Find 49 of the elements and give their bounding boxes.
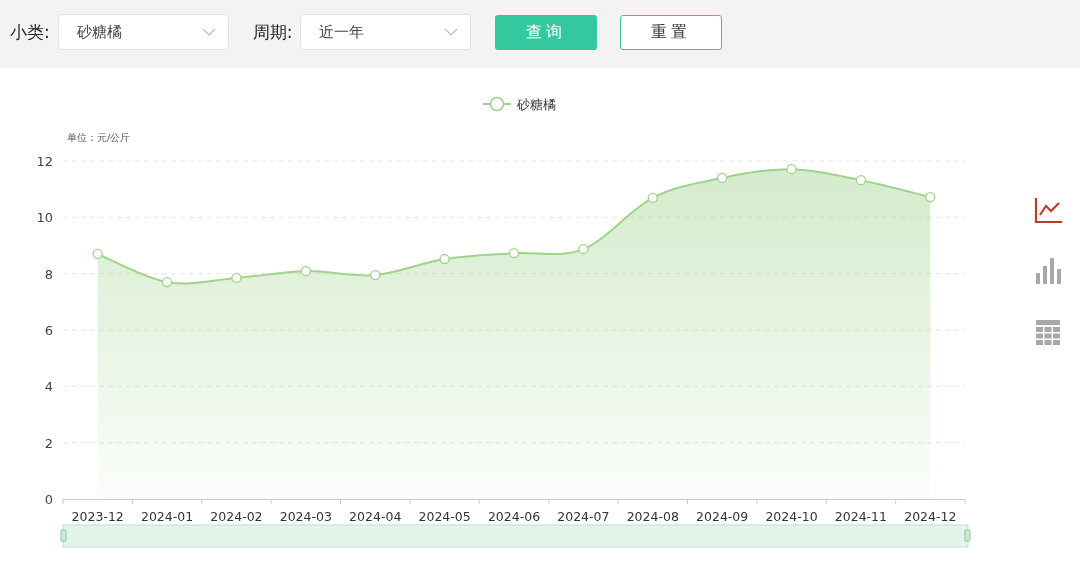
select-field[interactable]: 砂糖橘	[57, 14, 229, 50]
y-tick-label: 2	[44, 435, 53, 451]
table-icon[interactable]	[1033, 317, 1063, 347]
caret-icon	[444, 28, 459, 36]
x-tick-label: 2024-03	[279, 509, 332, 524]
y-tick-label: 4	[44, 379, 53, 395]
x-tick-label: 2023-12	[71, 509, 124, 524]
x-tick-label: 2024-09	[696, 509, 749, 524]
slider-handle[interactable]	[60, 529, 67, 542]
data-point[interactable]	[578, 244, 589, 255]
slider-handle[interactable]	[964, 529, 971, 542]
y-tick-label: 6	[44, 323, 53, 338]
x-tick-label: 2024-05	[418, 509, 471, 524]
data-point[interactable]	[439, 253, 450, 265]
y-tick-label: 10	[36, 210, 53, 226]
axis-unit-label: 单位：元/公斤	[67, 132, 131, 143]
data-point[interactable]	[370, 269, 381, 281]
x-tick-label: 2024-11	[834, 509, 888, 524]
data-point[interactable]	[161, 276, 173, 288]
x-tick-label: 2024-12	[904, 509, 957, 524]
x-tick-label: 2024-08	[626, 509, 679, 524]
data-point[interactable]	[508, 247, 520, 259]
data-point[interactable]	[786, 164, 797, 175]
line-chart-icon[interactable]	[1033, 195, 1063, 225]
bar-chart-icon[interactable]	[1033, 256, 1063, 286]
x-tick-label: 2024-02	[210, 509, 263, 524]
x-tick-label: 2024-07	[557, 509, 610, 524]
y-tick-label: 0	[44, 492, 53, 507]
filter-label: 小类:	[10, 20, 50, 44]
data-point[interactable]	[300, 266, 311, 277]
reset-button[interactable]: 重置	[620, 14, 723, 50]
x-tick-label: 2024-10	[765, 509, 818, 524]
data-point[interactable]	[717, 172, 728, 184]
caret-icon	[201, 28, 216, 36]
legend-label[interactable]: 砂糖橘	[517, 97, 556, 112]
data-point[interactable]	[925, 191, 936, 203]
x-tick-label: 2024-06	[487, 509, 541, 524]
data-point[interactable]	[92, 248, 103, 260]
x-tick-label: 2024-01	[140, 509, 194, 524]
zoom-slider[interactable]	[62, 524, 969, 548]
data-point[interactable]	[231, 272, 242, 284]
filter-label: 周期:	[252, 20, 293, 44]
y-tick-label: 12	[36, 154, 53, 169]
x-tick-label: 2024-04	[349, 509, 402, 524]
select-field[interactable]: 近一年	[300, 14, 472, 50]
data-point[interactable]	[855, 175, 867, 186]
y-tick-label: 8	[44, 266, 53, 282]
legend-marker-icon[interactable]	[482, 96, 512, 112]
data-point[interactable]	[647, 192, 658, 204]
